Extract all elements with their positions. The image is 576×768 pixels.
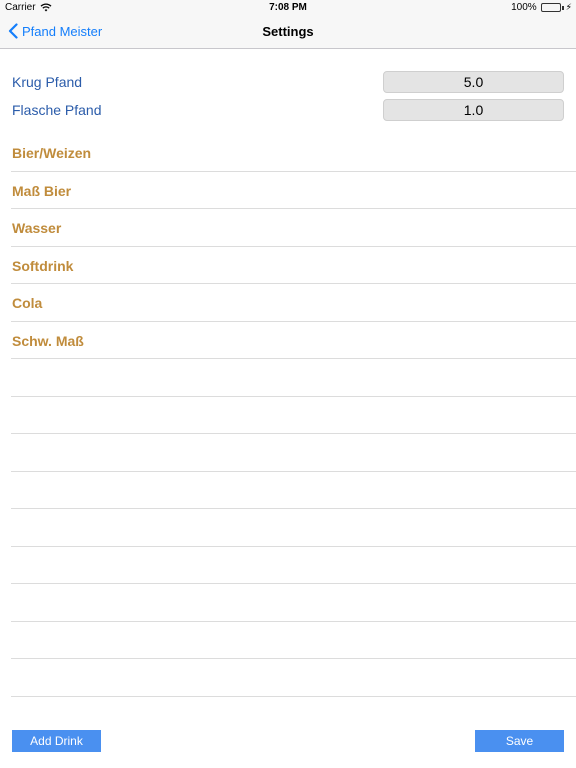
drink-label: Softdrink (12, 257, 74, 274)
table-row[interactable] (11, 397, 576, 434)
table-row[interactable] (11, 584, 576, 622)
table-row[interactable] (11, 359, 576, 397)
table-row[interactable] (11, 622, 576, 659)
flasche-pfand-label: Flasche Pfand (12, 102, 102, 118)
battery-percent: 100% (511, 2, 537, 13)
table-row[interactable] (11, 659, 576, 697)
table-row[interactable]: Cola (11, 284, 576, 322)
status-battery-group: 100% ⚡︎ (511, 2, 572, 13)
drink-label: Wasser (12, 220, 62, 236)
pfand-row-krug: Krug Pfand 5.0 (12, 71, 564, 95)
drink-label: Maß Bier (12, 182, 72, 199)
table-row[interactable]: Maß Bier (11, 172, 576, 209)
drink-label: Bier/Weizen (12, 145, 92, 161)
charging-bolt-icon: ⚡︎ (565, 2, 572, 12)
pfand-row-flasche: Flasche Pfand 1.0 (12, 99, 564, 123)
table-row[interactable] (11, 509, 576, 547)
page-title: Settings (262, 24, 314, 39)
table-row[interactable] (11, 434, 576, 472)
save-button[interactable]: Save (475, 730, 564, 752)
drink-list: Bier/Weizen Maß Bier Wasser Softdrink Cola Sc… (0, 134, 576, 697)
navigation-bar: Pfand Meister Settings (0, 16, 576, 49)
table-row[interactable]: Schw. Maß (11, 322, 576, 359)
flasche-pfand-input[interactable]: 1.0 (383, 99, 564, 121)
drink-label: Cola (12, 295, 43, 311)
krug-pfand-label: Krug Pfand (12, 74, 83, 90)
settings-screen: Carrier 7:08 PM 100% ⚡︎ Pfand Meister Se… (0, 0, 576, 768)
battery-cap (561, 5, 564, 10)
battery-icon (540, 3, 561, 12)
table-row[interactable] (11, 472, 576, 509)
table-row[interactable]: Wasser (11, 209, 576, 247)
add-drink-button[interactable]: Add Drink (12, 730, 101, 752)
drink-label: Schw. Maß (12, 332, 84, 349)
krug-pfand-input[interactable]: 5.0 (383, 71, 564, 93)
table-row[interactable]: Bier/Weizen (11, 134, 576, 172)
table-row[interactable] (11, 547, 576, 584)
status-bar: Carrier 7:08 PM 100% ⚡︎ (0, 0, 576, 16)
status-time: 7:08 PM (269, 2, 307, 13)
table-row[interactable]: Softdrink (11, 247, 576, 284)
